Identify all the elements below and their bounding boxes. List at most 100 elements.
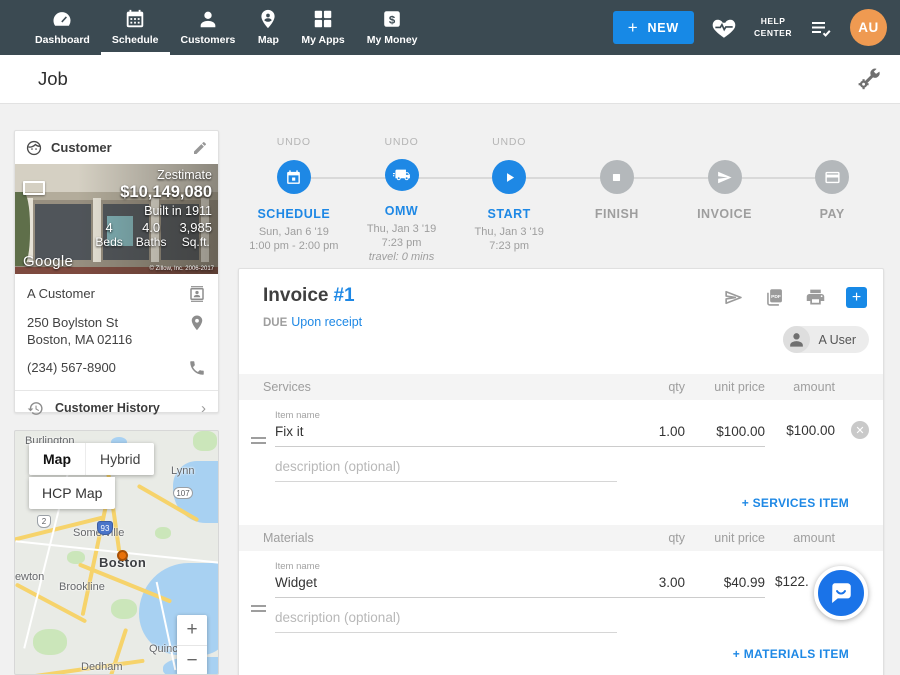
add-services-item-link[interactable]: + SERVICES ITEM bbox=[239, 496, 883, 510]
step-omw: UNDO OMW Thu, Jan 3 '197:23 pmtravel: 0 … bbox=[348, 136, 456, 264]
user-avatar[interactable]: AU bbox=[850, 9, 887, 46]
material-description-row bbox=[275, 608, 883, 633]
customer-card-title: Customer bbox=[51, 140, 184, 155]
omw-step-button[interactable] bbox=[385, 159, 419, 191]
zoom-out-button[interactable]: − bbox=[177, 645, 207, 675]
services-section-header: Services qty unit price amount bbox=[239, 374, 883, 400]
property-stats: 4Beds 4.0Baths 3,985Sq.ft. bbox=[95, 220, 212, 249]
nav-label: Customers bbox=[181, 34, 236, 46]
remove-service-item-button[interactable]: ✕ bbox=[851, 421, 869, 439]
material-description-input[interactable] bbox=[275, 608, 617, 633]
finish-step-button[interactable] bbox=[600, 160, 634, 194]
assignee-chip[interactable]: A User bbox=[783, 326, 869, 353]
start-step-button[interactable] bbox=[492, 160, 526, 194]
amount-column-header: amount bbox=[765, 380, 835, 394]
pay-step-button[interactable] bbox=[815, 160, 849, 194]
nav-item-customers[interactable]: Customers bbox=[170, 0, 247, 55]
chat-bubble-button[interactable] bbox=[814, 566, 868, 620]
customer-phone: (234) 567-8900 bbox=[27, 359, 188, 376]
invoice-step-button[interactable] bbox=[708, 160, 742, 194]
property-photo[interactable]: Zestimate $10,149,080 Built in 1911 4Bed… bbox=[15, 164, 218, 274]
svg-text:$: $ bbox=[389, 14, 396, 26]
help-line2: CENTER bbox=[754, 28, 792, 39]
step-label: PAY bbox=[820, 207, 845, 221]
job-settings-icon[interactable] bbox=[856, 66, 882, 92]
history-icon bbox=[27, 400, 44, 417]
map-label-newton: Newton bbox=[14, 571, 44, 583]
zestimate-block: Zestimate $10,149,080 Built in 1911 4Bed… bbox=[95, 168, 212, 249]
nav-right: + NEW HELP CENTER AU bbox=[613, 0, 900, 55]
schedule-step-button[interactable] bbox=[277, 160, 311, 194]
undo-start-button[interactable]: UNDO bbox=[492, 136, 526, 149]
nav-item-my-money[interactable]: $ My Money bbox=[356, 0, 429, 55]
job-progress-stepper: UNDO SCHEDULE Sun, Jan 6 '191:00 pm - 2:… bbox=[240, 136, 886, 264]
job-location-marker[interactable] bbox=[117, 550, 128, 561]
material-unit-price-input[interactable] bbox=[685, 573, 765, 598]
map-widget[interactable]: Burlington Lynn Somerville Boston ham Ne… bbox=[14, 430, 219, 675]
map-label-brookline: Brookline bbox=[59, 581, 105, 593]
undo-schedule-button[interactable]: UNDO bbox=[277, 136, 311, 149]
service-name-input[interactable] bbox=[275, 422, 615, 447]
page-title: Job bbox=[38, 68, 68, 90]
qty-column-header: qty bbox=[615, 380, 685, 394]
hcp-map-button[interactable]: HCP Map bbox=[29, 477, 115, 509]
stop-icon bbox=[608, 169, 625, 186]
service-qty-input[interactable] bbox=[615, 422, 685, 447]
add-invoice-button[interactable]: + bbox=[846, 287, 867, 308]
drag-handle[interactable] bbox=[251, 437, 266, 447]
invoice-title: Invoice#1 bbox=[263, 285, 355, 307]
map-type-hybrid-button[interactable]: Hybrid bbox=[85, 443, 154, 475]
nav-item-my-apps[interactable]: My Apps bbox=[290, 0, 355, 55]
step-finish: FINISH bbox=[563, 136, 671, 264]
street-view-icon[interactable] bbox=[23, 181, 45, 195]
materials-section-header: Materials qty unit price amount bbox=[239, 525, 883, 551]
drag-handle[interactable] bbox=[251, 605, 266, 615]
print-icon[interactable] bbox=[805, 287, 826, 308]
invoice-due: DUEUpon receipt bbox=[263, 315, 362, 329]
edit-customer-icon[interactable] bbox=[192, 140, 208, 156]
material-qty-input[interactable] bbox=[615, 573, 685, 598]
contact-card-icon[interactable] bbox=[188, 285, 206, 303]
customer-phone-row: (234) 567-8900 bbox=[27, 359, 206, 377]
phone-icon[interactable] bbox=[188, 359, 206, 377]
pdf-icon[interactable]: PDF bbox=[764, 287, 785, 308]
nav-item-dashboard[interactable]: Dashboard bbox=[24, 0, 101, 55]
step-pay: PAY bbox=[778, 136, 886, 264]
nav-items: Dashboard Schedule Customers Map My Apps… bbox=[0, 0, 429, 55]
svg-text:PDF: PDF bbox=[771, 294, 781, 300]
customer-history-row[interactable]: Customer History › bbox=[15, 390, 218, 425]
zoom-in-button[interactable]: + bbox=[177, 615, 207, 645]
nav-label: Map bbox=[258, 34, 279, 46]
material-item-row: $122. bbox=[239, 573, 883, 598]
step-start: UNDO START Thu, Jan 3 '197:23 pm bbox=[455, 136, 563, 264]
nav-label: My Apps bbox=[301, 34, 344, 46]
customer-name-row: A Customer bbox=[27, 285, 206, 303]
service-description-input[interactable] bbox=[275, 457, 617, 482]
baths-value: 4.0 bbox=[136, 220, 167, 235]
customer-name: A Customer bbox=[27, 285, 188, 302]
due-terms-link[interactable]: Upon receipt bbox=[291, 315, 362, 329]
item-name-label: Item name bbox=[275, 410, 883, 421]
service-unit-price-input[interactable] bbox=[685, 422, 765, 447]
new-button-label: NEW bbox=[647, 21, 679, 35]
zestimate-value: $10,149,080 bbox=[95, 183, 212, 202]
amount-column-header: amount bbox=[765, 531, 835, 545]
health-heart-icon[interactable] bbox=[711, 15, 737, 41]
help-center-link[interactable]: HELP CENTER bbox=[754, 16, 792, 38]
calendar-icon bbox=[124, 8, 146, 30]
invoice-header: Invoice#1 DUEUpon receipt PDF + A User bbox=[239, 269, 883, 374]
nav-label: Dashboard bbox=[35, 34, 90, 46]
task-list-icon[interactable] bbox=[809, 16, 833, 40]
step-label: START bbox=[488, 207, 531, 221]
map-type-map-button[interactable]: Map bbox=[29, 443, 85, 475]
zestimate-label: Zestimate bbox=[95, 168, 212, 182]
material-name-input[interactable] bbox=[275, 573, 615, 598]
undo-omw-button[interactable]: UNDO bbox=[384, 136, 418, 148]
add-materials-item-link[interactable]: + MATERIALS ITEM bbox=[239, 647, 883, 661]
step-label: OMW bbox=[385, 204, 418, 218]
send-invoice-icon[interactable] bbox=[723, 287, 744, 308]
nav-item-map[interactable]: Map bbox=[246, 0, 290, 55]
nav-item-schedule[interactable]: Schedule bbox=[101, 0, 170, 55]
location-pin-icon[interactable] bbox=[188, 314, 206, 332]
new-button[interactable]: + NEW bbox=[613, 11, 694, 44]
